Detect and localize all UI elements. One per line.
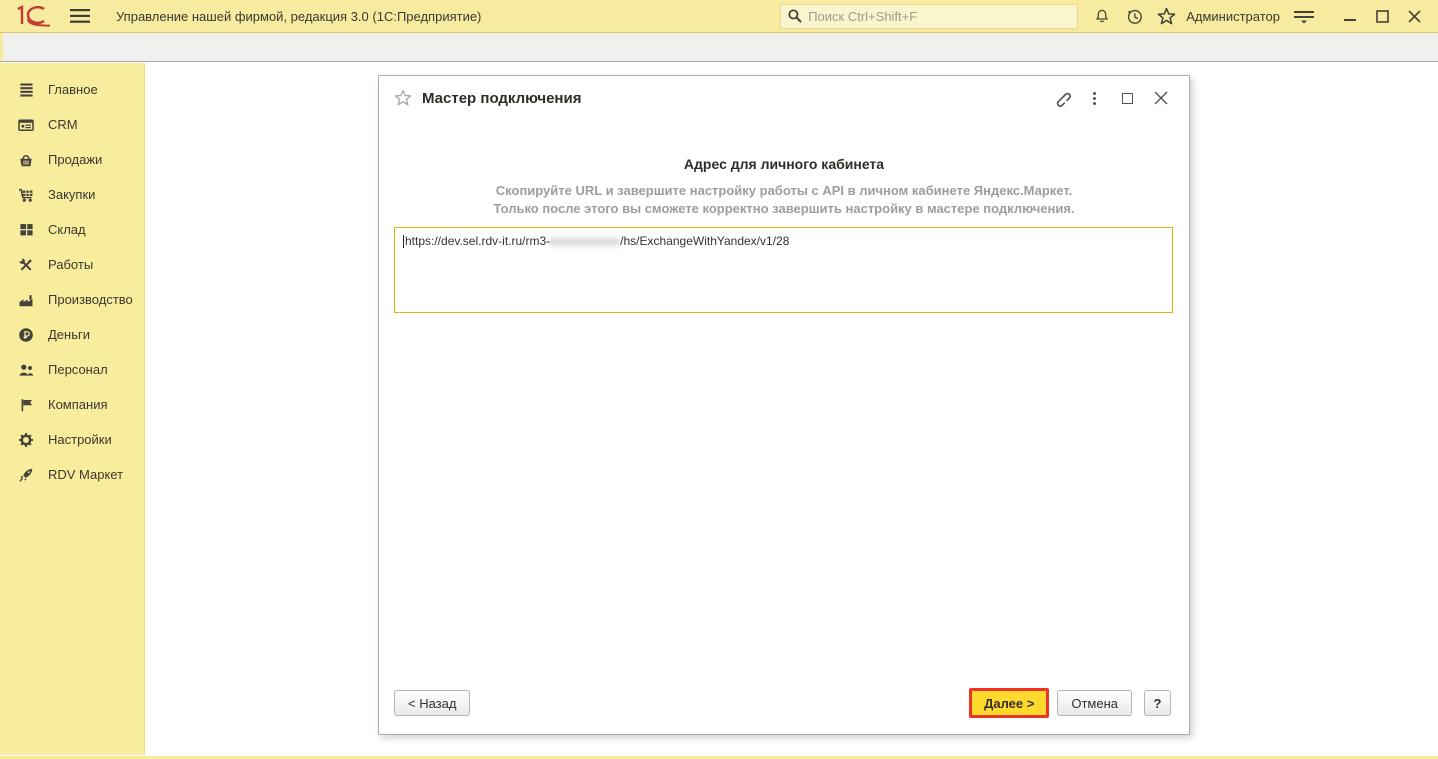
notifications-bell-icon[interactable] <box>1086 3 1118 29</box>
help-button[interactable]: ? <box>1144 690 1171 716</box>
sidebar-item-label: Работы <box>48 257 94 272</box>
sidebar-item-crm[interactable]: CRM <box>0 107 144 142</box>
cancel-button[interactable]: Отмена <box>1057 690 1132 716</box>
dialog-footer: < Назад Далее > Отмена ? <box>394 688 1171 718</box>
flag-icon <box>17 396 35 413</box>
search-icon <box>787 8 803 24</box>
text-caret <box>403 235 404 249</box>
sidebar-item-label: Склад <box>48 222 86 237</box>
toolbar-left-notch <box>0 33 3 61</box>
sidebar-item-nastroyki[interactable]: Настройки <box>0 422 144 457</box>
link-icon[interactable] <box>1048 86 1075 110</box>
sidebar-item-label: Компания <box>48 397 108 412</box>
sidebar-item-dengi[interactable]: Деньги <box>0 317 144 352</box>
menu-icon <box>17 81 35 98</box>
sidebar: Главное CRM Продажи Закупки Склад Работы… <box>0 63 145 755</box>
search-input[interactable] <box>808 8 1072 24</box>
crm-card-icon <box>17 116 35 133</box>
sidebar-item-zakupki[interactable]: Закупки <box>0 177 144 212</box>
rocket-icon <box>17 466 35 483</box>
sidebar-item-label: Закупки <box>48 187 96 202</box>
close-button[interactable] <box>1398 3 1430 29</box>
back-button[interactable]: < Назад <box>394 690 471 716</box>
cabinet-url-field[interactable]: https://dev.sel.rdv-it.ru/rm3-xxxxxxxxxx… <box>394 227 1173 313</box>
sidebar-item-label: Настройки <box>48 432 112 447</box>
sidebar-item-personal[interactable]: Персонал <box>0 352 144 387</box>
tools-icon <box>17 256 35 273</box>
sidebar-item-label: Производство <box>48 292 133 307</box>
url-suffix: /hs/ExchangeWithYandex/v1/28 <box>620 234 790 248</box>
url-redacted-segment: xxxxxxxxxx <box>550 234 621 248</box>
app-title: Управление нашей фирмой, редакция 3.0 (1… <box>116 8 482 24</box>
toolbar-row <box>0 33 1438 62</box>
dialog-description: Скопируйте URL и завершите настройку раб… <box>379 182 1189 218</box>
sidebar-item-label: Продажи <box>48 152 103 167</box>
people-icon <box>17 361 35 378</box>
warehouse-icon <box>17 221 35 238</box>
minimize-button[interactable] <box>1334 3 1366 29</box>
1c-logo-icon <box>14 4 54 28</box>
dialog-close-icon[interactable] <box>1147 86 1174 110</box>
sidebar-item-kompaniya[interactable]: Компания <box>0 387 144 422</box>
gear-icon <box>17 431 35 448</box>
description-line-1: Скопируйте URL и завершите настройку раб… <box>495 183 1073 198</box>
favorites-star-icon[interactable] <box>1150 3 1182 29</box>
sidebar-item-label: CRM <box>48 117 78 132</box>
current-user[interactable]: Администратор <box>1186 9 1280 24</box>
dialog-heading: Адрес для личного кабинета <box>683 156 885 172</box>
url-prefix: https://dev.sel.rdv-it.ru/rm3- <box>405 234 551 248</box>
history-icon[interactable] <box>1118 3 1150 29</box>
titlebar: Управление нашей фирмой, редакция 3.0 (1… <box>0 0 1438 33</box>
sidebar-item-label: Деньги <box>48 327 90 342</box>
more-menu-kebab-icon[interactable] <box>1081 86 1108 110</box>
basket-icon <box>17 151 35 168</box>
service-menu-icon[interactable] <box>1288 3 1320 29</box>
description-line-2: Только после этого вы сможете корректно … <box>493 201 1075 216</box>
sidebar-item-raboty[interactable]: Работы <box>0 247 144 282</box>
next-button[interactable]: Далее > <box>969 688 1050 718</box>
sidebar-item-label: RDV Маркет <box>48 467 124 482</box>
ruble-coin-icon <box>17 326 35 343</box>
maximize-button[interactable] <box>1366 3 1398 29</box>
main-menu-icon[interactable] <box>68 4 92 28</box>
dialog-title: Мастер подключения <box>422 89 582 107</box>
sidebar-item-sklad[interactable]: Склад <box>0 212 144 247</box>
factory-icon <box>17 291 35 308</box>
favorite-star-icon[interactable] <box>394 89 412 107</box>
global-search[interactable] <box>780 3 1079 29</box>
cart-icon <box>17 186 35 203</box>
sidebar-item-glavnoe[interactable]: Главное <box>0 72 144 107</box>
sidebar-item-prodazhi[interactable]: Продажи <box>0 142 144 177</box>
connection-wizard-dialog: Мастер подключения Адрес для личного каб… <box>378 75 1190 735</box>
dialog-maximize-icon[interactable] <box>1114 86 1141 110</box>
dialog-header: Мастер подключения <box>379 76 1189 120</box>
sidebar-item-label: Главное <box>48 82 98 97</box>
sidebar-item-rdv-market[interactable]: RDV Маркет <box>0 457 144 492</box>
sidebar-item-label: Персонал <box>48 362 108 377</box>
sidebar-item-proizvodstvo[interactable]: Производство <box>0 282 144 317</box>
